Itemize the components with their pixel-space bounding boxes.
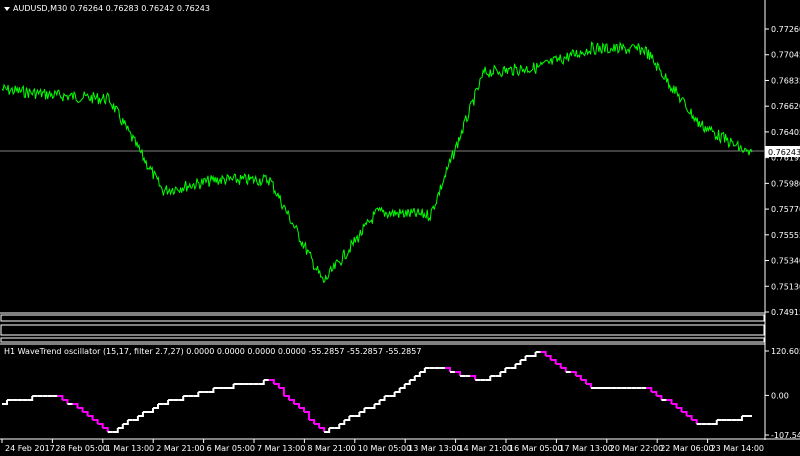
indicator-tick-label: -107.5409 xyxy=(771,431,800,440)
price-tick-label: 0.75555 xyxy=(771,231,800,240)
price-tick-label: 0.76620 xyxy=(771,102,800,111)
price-tick-label: 0.75340 xyxy=(771,257,800,266)
indicator-title: H1 WaveTrend oscillator (15,17, filter 2… xyxy=(4,347,421,356)
time-tick-label: 6 Mar 05:00 xyxy=(207,444,255,453)
time-tick-label: 1 Mar 13:00 xyxy=(106,444,154,453)
time-tick-label: 24 Feb 2017 xyxy=(5,444,55,453)
time-tick-label: 10 Mar 05:00 xyxy=(358,444,411,453)
time-tick-label: 14 Mar 21:00 xyxy=(459,444,512,453)
indicator-tick-label: 120.6057 xyxy=(771,347,800,356)
time-tick-label: 28 Feb 05:00 xyxy=(55,444,107,453)
symbol-timeframe: AUDUSD,M30 xyxy=(13,4,67,13)
price-tick-label: 0.76835 xyxy=(771,76,800,85)
time-tick-label: 8 Mar 21:00 xyxy=(307,444,355,453)
price-tick-label: 0.77260 xyxy=(771,25,800,34)
price-tick-label: 0.75130 xyxy=(771,282,800,291)
indicator-tick-label: 0.00 xyxy=(771,391,789,400)
time-tick-label: 23 Mar 14:00 xyxy=(711,444,764,453)
time-tick-label: 20 Mar 22:00 xyxy=(610,444,663,453)
time-tick-label: 13 Mar 13:00 xyxy=(408,444,461,453)
time-tick-label: 16 Mar 05:00 xyxy=(509,444,562,453)
time-tick-label: 2 Mar 21:00 xyxy=(156,444,204,453)
time-tick-label: 17 Mar 13:00 xyxy=(559,444,612,453)
price-tick-label: 0.76405 xyxy=(771,128,800,137)
price-tick-label: 0.75770 xyxy=(771,205,800,214)
time-tick-label: 7 Mar 13:00 xyxy=(257,444,305,453)
price-tick-label: 0.75980 xyxy=(771,179,800,188)
price-tick-label: 0.77045 xyxy=(771,51,800,60)
current-price-label: 0.76243 xyxy=(768,148,800,157)
chart-window[interactable]: AUDUSD,M30 0.76264 0.76283 0.76242 0.762… xyxy=(0,0,800,456)
price-tick-label: 0.74915 xyxy=(771,308,800,317)
time-tick-label: 22 Mar 06:00 xyxy=(660,444,713,453)
ohlc-values: 0.76264 0.76283 0.76242 0.76243 xyxy=(70,4,210,13)
